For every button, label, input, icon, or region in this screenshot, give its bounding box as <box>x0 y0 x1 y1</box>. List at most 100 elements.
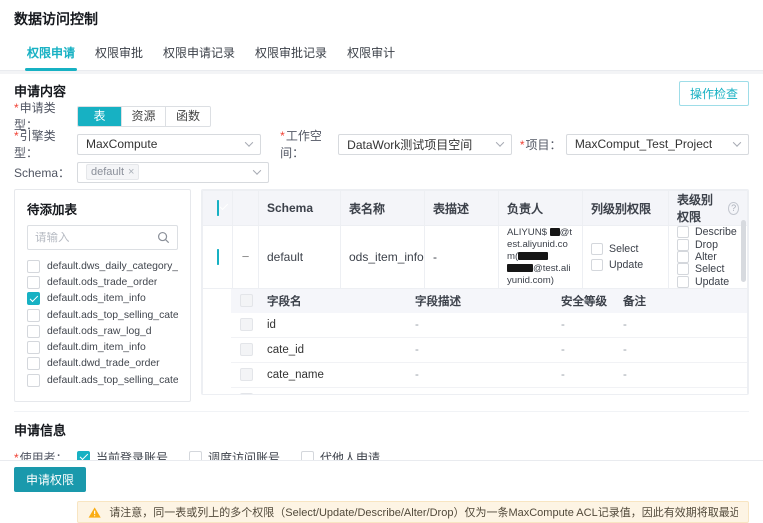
list-item[interactable]: default.ods_trade_order <box>27 274 178 290</box>
tab-permission-approve[interactable]: 权限审批 <box>93 36 145 70</box>
scrollbar-thumb[interactable] <box>741 220 746 282</box>
search-icon[interactable] <box>157 231 170 244</box>
perm-checkbox-update[interactable] <box>677 276 689 288</box>
field-checkbox[interactable] <box>240 318 253 331</box>
required-marker: * <box>280 129 285 143</box>
engine-type-select[interactable]: MaxCompute <box>77 134 261 155</box>
field-checkbox[interactable] <box>240 368 253 381</box>
select-all-checkbox[interactable] <box>217 200 219 216</box>
expand-column-header <box>233 191 259 226</box>
column-header-schema: Schema <box>259 191 341 226</box>
schema-tag: default × <box>86 164 139 180</box>
apply-type-table[interactable]: 表 <box>78 107 122 126</box>
row-checkbox[interactable] <box>217 249 219 265</box>
schema-select[interactable]: default × <box>77 162 269 183</box>
required-marker: * <box>520 138 525 152</box>
list-item[interactable]: default.ads_top_selling_categories <box>27 307 178 323</box>
warning-banner: 请注意，同一表或列上的多个权限（Select/Update/Describe/A… <box>77 501 749 523</box>
project-select[interactable]: MaxComput_Test_Project <box>566 134 749 155</box>
engine-type-label: *引擎类型： <box>14 127 77 161</box>
section-title-apply-content: 申请内容 <box>14 81 66 100</box>
perm-checkbox-update[interactable] <box>591 259 603 271</box>
redacted-text <box>518 252 548 260</box>
workspace-select[interactable]: DataWork测试项目空间 <box>338 134 512 155</box>
redacted-text <box>550 228 560 236</box>
table-row: − default ods_item_info - ALIYUN$ @test.… <box>203 226 748 289</box>
tab-apply-records[interactable]: 权限申请记录 <box>161 36 237 70</box>
tab-permission-audit[interactable]: 权限审计 <box>345 36 397 70</box>
perm-checkbox-alter[interactable] <box>677 251 689 263</box>
project-label: *项目： <box>520 136 566 153</box>
list-item[interactable]: default.ods_item_info <box>27 291 178 307</box>
page-title: 数据访问控制 <box>0 0 763 29</box>
required-marker: * <box>14 129 19 143</box>
perm-checkbox-select[interactable] <box>677 263 689 275</box>
table-checkbox[interactable] <box>27 341 40 354</box>
apply-type-segmented: 表 资源 函数 <box>77 106 211 127</box>
permissions-grid: Schema 表名称 表描述 负责人 列级别权限 表级别权限? − defaul… <box>201 189 749 395</box>
operation-check-button[interactable]: 操作检查 <box>679 81 749 106</box>
column-header-owner: 负责人 <box>499 191 583 226</box>
field-checkbox[interactable] <box>240 343 253 356</box>
chevron-down-icon <box>496 138 504 146</box>
list-item[interactable]: default.ods_raw_log_d <box>27 323 178 339</box>
warning-text: 请注意，同一表或列上的多个权限（Select/Update/Describe/A… <box>109 504 738 520</box>
cell-schema: default <box>259 226 341 289</box>
perm-checkbox-select[interactable] <box>591 243 603 255</box>
pending-tables-panel: 待添加表 default.dws_daily_category_sales de… <box>14 189 191 402</box>
warning-icon <box>88 506 101 519</box>
cell-table-name: ods_item_info <box>341 226 425 289</box>
list-item[interactable]: default.dws_daily_category_sales <box>27 258 178 274</box>
table-row: commodity_id - - - <box>231 388 747 395</box>
table-checkbox[interactable] <box>27 292 40 305</box>
column-header-table-name: 表名称 <box>341 191 425 226</box>
pending-tables-list: default.dws_daily_category_sales default… <box>27 258 178 388</box>
table-search-box <box>27 225 178 250</box>
tab-permission-apply[interactable]: 权限申请 <box>25 36 77 70</box>
table-search-input[interactable] <box>35 232 147 244</box>
footer-bar: 申请权限 <box>0 460 763 500</box>
cell-owner: ALIYUN$ @test.aliyunid.com(@test.aliyuni… <box>499 226 583 289</box>
field-header-desc: 字段描述 <box>409 293 555 309</box>
apply-type-resource[interactable]: 资源 <box>122 107 166 126</box>
collapse-icon[interactable]: − <box>242 249 250 264</box>
required-marker: * <box>14 101 19 115</box>
pending-tables-title: 待添加表 <box>27 199 178 218</box>
table-row: cate_name - - - <box>231 363 747 388</box>
tab-approve-records[interactable]: 权限审批记录 <box>253 36 329 70</box>
table-checkbox[interactable] <box>27 276 40 289</box>
column-header-table-desc: 表描述 <box>425 191 499 226</box>
cell-table-perms: Describe Drop Alter Select Update <box>669 226 748 289</box>
submit-apply-button[interactable]: 申请权限 <box>14 467 86 492</box>
tabbar: 权限申请 权限审批 权限申请记录 权限审批记录 权限审计 <box>0 36 763 71</box>
workspace-label: *工作空间： <box>280 127 338 161</box>
chevron-down-icon <box>245 138 253 146</box>
field-select-all-checkbox[interactable] <box>240 294 253 307</box>
field-header-level: 安全等级 <box>555 293 617 309</box>
table-checkbox[interactable] <box>27 309 40 322</box>
cell-table-desc: - <box>425 226 499 289</box>
table-checkbox[interactable] <box>27 357 40 370</box>
table-row: cate_id - - - <box>231 338 747 363</box>
help-icon[interactable]: ? <box>728 202 739 215</box>
table-checkbox[interactable] <box>27 325 40 338</box>
section-title-apply-info: 申请信息 <box>14 420 749 439</box>
column-header-column-perm: 列级别权限 <box>583 191 669 226</box>
remove-tag-icon[interactable]: × <box>128 167 134 178</box>
list-item[interactable]: default.dim_item_info <box>27 339 178 355</box>
chevron-down-icon <box>253 166 261 174</box>
perm-checkbox-drop[interactable] <box>677 239 689 251</box>
column-header-table-perm: 表级别权限? <box>669 191 748 226</box>
list-item[interactable]: default.ads_top_selling_categories1 <box>27 372 178 388</box>
list-item[interactable]: default.dwd_trade_order <box>27 356 178 372</box>
cell-column-perms: Select Update <box>583 226 669 289</box>
redacted-text <box>507 264 533 272</box>
field-checkbox[interactable] <box>240 393 253 395</box>
schema-label: Schema： <box>14 164 77 181</box>
apply-content-section: 申请内容 操作检查 *申请类型： 表 资源 函数 *引擎类型： MaxCompu… <box>0 71 763 523</box>
field-header-name: 字段名 <box>261 293 409 309</box>
perm-checkbox-describe[interactable] <box>677 226 689 238</box>
table-checkbox[interactable] <box>27 260 40 273</box>
table-checkbox[interactable] <box>27 374 40 387</box>
apply-type-function[interactable]: 函数 <box>166 107 210 126</box>
